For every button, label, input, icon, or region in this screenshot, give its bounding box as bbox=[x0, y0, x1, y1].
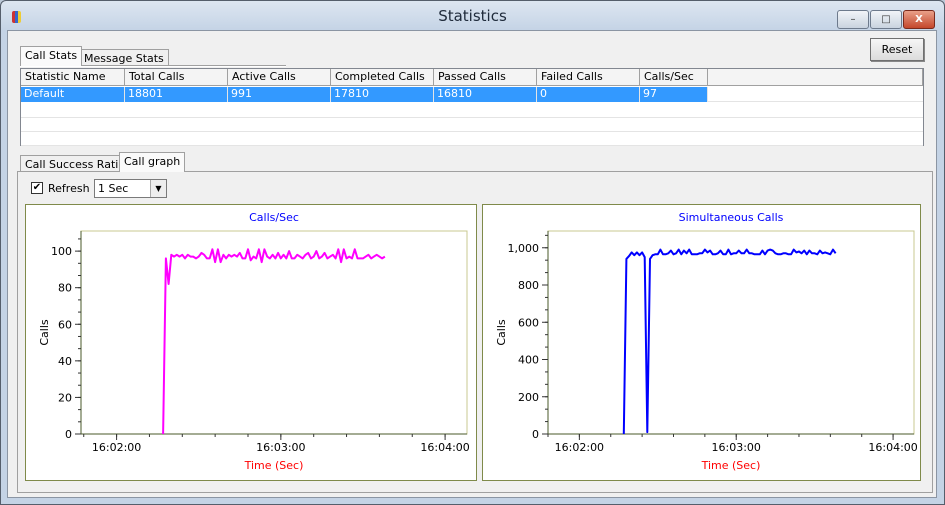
y-tick-label: 0 bbox=[65, 428, 72, 441]
maximize-button[interactable]: □ bbox=[870, 10, 902, 29]
x-tick-label: 16:02:00 bbox=[92, 441, 141, 454]
cell-calls-per-sec: 97 bbox=[640, 87, 708, 102]
tab-call-stats[interactable]: Call Stats bbox=[20, 46, 83, 66]
cell-passed-calls: 16810 bbox=[434, 87, 537, 102]
y-tick-label: 0 bbox=[532, 428, 539, 441]
x-axis-label: Time (Sec) bbox=[244, 459, 304, 472]
y-axis-label: Calls bbox=[495, 319, 508, 346]
y-tick-label: 20 bbox=[58, 391, 72, 404]
column-header[interactable]: Failed Calls bbox=[537, 69, 640, 86]
y-tick-label: 80 bbox=[58, 282, 72, 295]
y-tick-label: 1,000 bbox=[508, 242, 540, 255]
y-tick-label: 800 bbox=[518, 279, 539, 292]
chevron-down-icon[interactable]: ▼ bbox=[150, 180, 166, 197]
plot-area bbox=[547, 230, 915, 435]
close-button[interactable]: X bbox=[903, 10, 935, 29]
x-tick-label: 16:02:00 bbox=[555, 441, 604, 454]
chart-title: Calls/Sec bbox=[249, 211, 299, 224]
column-header[interactable]: Completed Calls bbox=[331, 69, 434, 86]
chart-title: Simultaneous Calls bbox=[679, 211, 784, 224]
x-tick-label: 16:03:00 bbox=[712, 441, 761, 454]
tab-call-graph[interactable]: Call graph bbox=[119, 152, 186, 172]
refresh-checkbox[interactable]: ✔ bbox=[31, 182, 43, 194]
reset-button[interactable]: Reset bbox=[870, 38, 924, 61]
x-tick-label: 16:04:00 bbox=[868, 441, 917, 454]
refresh-label: Refresh bbox=[48, 182, 90, 195]
statistics-table: Statistic Name Total Calls Active Calls … bbox=[20, 68, 924, 146]
cell-active-calls: 991 bbox=[228, 87, 331, 102]
empty-row bbox=[21, 117, 923, 132]
y-tick-label: 60 bbox=[58, 318, 72, 331]
cell-failed-calls: 0 bbox=[537, 87, 640, 102]
y-tick-label: 400 bbox=[518, 354, 539, 367]
y-tick-label: 100 bbox=[51, 245, 72, 258]
cell-statistic-name: Default bbox=[21, 87, 125, 102]
empty-row bbox=[21, 131, 923, 146]
cell-completed-calls: 17810 bbox=[331, 87, 434, 102]
y-tick-label: 600 bbox=[518, 316, 539, 329]
cell-total-calls: 18801 bbox=[125, 87, 228, 102]
column-header[interactable]: Statistic Name bbox=[21, 69, 125, 86]
empty-row bbox=[21, 103, 923, 118]
simultaneous-calls-chart: 0 200 400 600 800 1,000 16:02:00 16:03:00 16:04:… bbox=[482, 204, 921, 481]
minimize-button[interactable]: – bbox=[837, 10, 869, 29]
window-title: Statistics bbox=[438, 7, 507, 25]
calls-per-sec-chart: 0 20 40 60 80 100 16:02:00 16:03:00 16:04:00 Call… bbox=[25, 204, 477, 481]
x-axis-label: Time (Sec) bbox=[701, 459, 761, 472]
column-header[interactable]: Calls/Sec bbox=[640, 69, 708, 86]
y-axis-label: Calls bbox=[38, 319, 51, 346]
plot-area bbox=[80, 230, 468, 435]
simultaneous-calls-svg: 0 200 400 600 800 1,000 16:02:00 16:03:00 16:04:… bbox=[495, 211, 918, 472]
column-header-filler bbox=[708, 69, 923, 86]
calls-per-sec-svg: 0 20 40 60 80 100 16:02:00 16:03:00 16:04:00 Call… bbox=[38, 211, 470, 472]
y-tick-label: 200 bbox=[518, 391, 539, 404]
column-header[interactable]: Active Calls bbox=[228, 69, 331, 86]
refresh-interval-value: 1 Sec bbox=[98, 182, 129, 195]
refresh-interval-select[interactable]: 1 Sec ▼ bbox=[94, 179, 167, 198]
y-tick-label: 40 bbox=[58, 355, 72, 368]
x-tick-label: 16:03:00 bbox=[256, 441, 305, 454]
table-row[interactable]: Default 18801 991 17810 16810 0 97 bbox=[21, 87, 923, 102]
column-header[interactable]: Total Calls bbox=[125, 69, 228, 86]
x-tick-label: 16:04:00 bbox=[420, 441, 469, 454]
column-header[interactable]: Passed Calls bbox=[434, 69, 537, 86]
title-bar[interactable]: Statistics – □ X bbox=[1, 1, 944, 31]
